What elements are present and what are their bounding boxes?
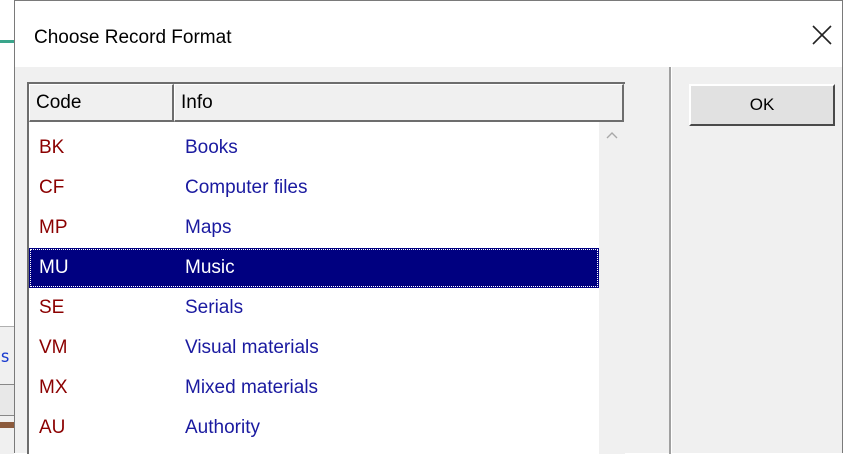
record-code: VM (39, 337, 68, 358)
record-format-list[interactable]: Code Info BK Books CF Computer files MP Maps M… (27, 82, 625, 454)
dialog-titlebar: Choose Record Format (15, 1, 842, 67)
record-info: Books (185, 137, 238, 158)
dialog-title: Choose Record Format (34, 27, 232, 48)
list-item[interactable]: MU Music (29, 248, 599, 288)
dialog-divider (669, 67, 672, 454)
record-info: Visual materials (185, 337, 319, 358)
list-rows: BK Books CF Computer files MP Maps MU Music SE Se… (29, 128, 599, 448)
scroll-up-arrow-icon[interactable] (599, 122, 625, 148)
close-icon[interactable] (802, 13, 842, 57)
background-bar (0, 384, 14, 416)
record-code: MU (39, 257, 69, 278)
record-code: MP (39, 217, 68, 238)
background-strip (0, 422, 14, 428)
list-header: Code Info (29, 84, 625, 122)
list-item[interactable]: BK Books (29, 128, 599, 168)
list-item[interactable]: MX Mixed materials (29, 368, 599, 408)
ok-button[interactable]: OK (689, 84, 835, 126)
list-item[interactable]: VM Visual materials (29, 328, 599, 368)
list-item[interactable]: MP Maps (29, 208, 599, 248)
record-code: CF (39, 177, 65, 198)
list-item[interactable]: SE Serials (29, 288, 599, 328)
record-code: AU (39, 417, 66, 438)
list-item[interactable]: CF Computer files (29, 168, 599, 208)
record-info: Serials (185, 297, 244, 318)
record-code: SE (39, 297, 65, 318)
record-info: Mixed materials (185, 377, 319, 398)
choose-record-format-dialog: Choose Record Format Code Info BK Books CF… (14, 0, 843, 454)
record-info: Music (185, 257, 235, 278)
record-info: Maps (185, 217, 232, 238)
record-info: Authority (185, 417, 260, 438)
background-partial-text: s (0, 347, 11, 367)
record-info: Computer files (185, 177, 308, 198)
vertical-scrollbar[interactable] (599, 122, 625, 454)
column-header-code[interactable]: Code (29, 84, 174, 122)
record-code: MX (39, 377, 68, 398)
record-code: BK (39, 137, 65, 158)
column-header-info[interactable]: Info (174, 84, 624, 122)
list-item[interactable]: AU Authority (29, 408, 599, 448)
